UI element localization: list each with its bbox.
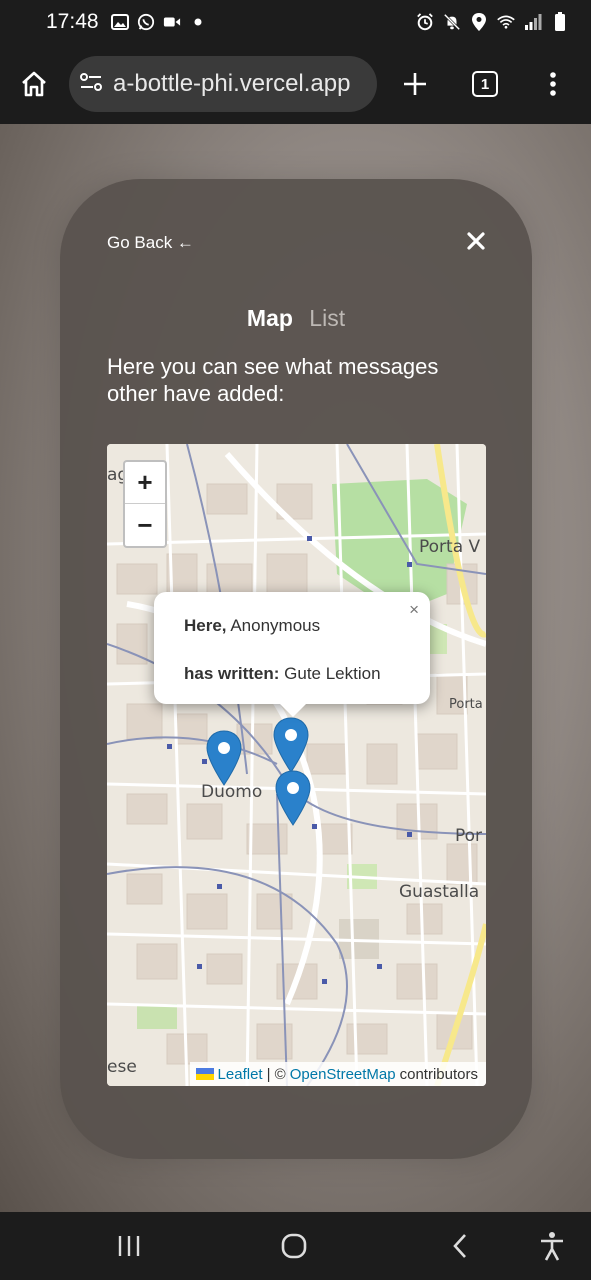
signal-icon	[524, 13, 542, 31]
accessibility-button[interactable]	[536, 1230, 568, 1262]
recent-apps-button[interactable]	[113, 1230, 145, 1262]
home-nav-button[interactable]	[278, 1230, 310, 1262]
home-button[interactable]	[14, 64, 54, 104]
popup-message: Gute Lektion	[284, 664, 381, 683]
home-icon	[22, 71, 46, 97]
back-chevron-icon	[453, 1234, 466, 1258]
accessibility-icon	[541, 1232, 563, 1261]
whatsapp-icon	[137, 13, 155, 31]
label-ese: ese	[107, 1057, 137, 1077]
url-text: a-bottle-phi.vercel.app	[113, 70, 351, 97]
popup-message-line: has written: Gute Lektion	[184, 664, 381, 684]
ukraine-flag-icon	[195, 1068, 214, 1080]
site-settings-icon[interactable]	[79, 72, 103, 97]
view-tabs: Map List	[60, 305, 532, 332]
system-nav-bar	[0, 1212, 591, 1280]
zoom-control: + −	[123, 460, 167, 548]
battery-icon	[551, 12, 569, 31]
tab-map[interactable]: Map	[247, 305, 293, 331]
status-time: 17:48	[46, 10, 99, 33]
mute-icon	[443, 13, 461, 31]
label-porta: Porta	[449, 697, 483, 712]
map-attribution: Leaflet | © OpenStreetMap contributors	[189, 1062, 486, 1086]
location-icon	[470, 13, 488, 31]
status-left-icons	[110, 13, 207, 31]
osm-link[interactable]: OpenStreetMap	[290, 1066, 396, 1083]
more-vert-icon	[550, 72, 556, 96]
dot-icon	[189, 13, 207, 31]
browser-menu-button[interactable]	[531, 62, 575, 106]
attribution-separator: | ©	[266, 1065, 286, 1083]
zoom-out-button[interactable]: −	[125, 504, 165, 546]
alarm-icon	[416, 13, 434, 31]
gallery-icon	[110, 13, 129, 31]
zoom-in-button[interactable]: +	[125, 462, 165, 504]
browser-toolbar: a-bottle-phi.vercel.app 1	[0, 44, 591, 124]
popup-close-button[interactable]: ×	[409, 600, 419, 620]
wifi-icon	[497, 13, 515, 31]
label-porta-v: Porta V	[419, 537, 481, 557]
modal-card: Go Back ← Map List Here you can see what…	[60, 179, 532, 1159]
video-icon	[163, 13, 181, 31]
status-bar: 17:48	[0, 0, 591, 44]
new-tab-button[interactable]	[393, 62, 437, 106]
label-por: Por	[455, 826, 482, 846]
popup-author: Anonymous	[230, 616, 321, 635]
map-marker[interactable]	[273, 717, 309, 773]
recents-icon	[118, 1236, 140, 1256]
map-view[interactable]: Porta V Porta Duomo Por Guastalla ag ese…	[107, 444, 486, 1086]
tab-list[interactable]: List	[309, 305, 345, 331]
leaflet-link[interactable]: Leaflet	[218, 1066, 263, 1083]
label-guastalla: Guastalla	[399, 882, 479, 902]
map-marker[interactable]	[206, 730, 242, 786]
intro-text: Here you can see what messages other hav…	[107, 354, 439, 406]
go-back-link[interactable]: Go Back ←	[107, 233, 194, 253]
popup-tip	[276, 700, 310, 717]
map-marker[interactable]	[275, 770, 311, 826]
plus-icon	[404, 73, 426, 95]
tab-switcher-button[interactable]: 1	[463, 62, 507, 106]
marker-popup: × Here, Anonymous has written: Gute Lekt…	[154, 592, 430, 717]
close-button[interactable]	[465, 230, 487, 252]
park-area-small-2	[137, 1004, 177, 1029]
back-nav-button[interactable]	[444, 1230, 476, 1262]
popup-here-label: Here,	[184, 616, 227, 635]
popup-author-line: Here, Anonymous	[184, 616, 320, 636]
close-icon	[467, 232, 485, 250]
tab-count: 1	[472, 71, 498, 97]
page-background: Go Back ← Map List Here you can see what…	[0, 124, 591, 1212]
home-circle-icon	[281, 1233, 307, 1259]
address-bar[interactable]: a-bottle-phi.vercel.app	[69, 56, 377, 112]
popup-written-label: has written:	[184, 664, 280, 683]
attribution-contributors: contributors	[399, 1065, 478, 1083]
status-right-icons	[416, 12, 569, 31]
